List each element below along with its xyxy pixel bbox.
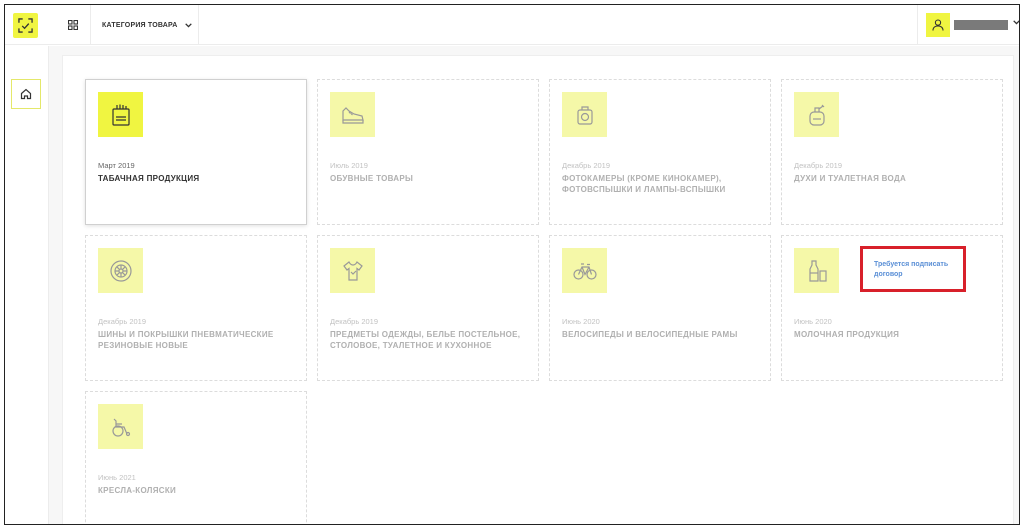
sidebar-item-home[interactable] bbox=[11, 79, 41, 109]
card-title: ФОТОКАМЕРЫ (КРОМЕ КИНОКАМЕР), ФОТОВСПЫШК… bbox=[562, 174, 726, 194]
contract-required-tooltip[interactable]: Требуется подписать договор bbox=[860, 246, 966, 292]
card-title: ВЕЛОСИПЕДЫ И ВЕЛОСИПЕДНЫЕ РАМЫ bbox=[562, 330, 738, 339]
logo[interactable] bbox=[13, 13, 38, 38]
chevron-down-icon bbox=[1013, 20, 1019, 25]
tshirt-icon bbox=[342, 260, 363, 281]
user-name-redacted bbox=[954, 20, 1008, 30]
shoe-icon bbox=[341, 106, 364, 124]
category-card-tobacco[interactable]: Март 2019 ТАБАЧНАЯ ПРОДУКЦИЯ bbox=[85, 79, 307, 225]
sidebar bbox=[5, 46, 49, 524]
tobacco-pack-icon bbox=[111, 104, 130, 126]
user-icon bbox=[932, 19, 944, 31]
card-icon-box bbox=[562, 92, 607, 137]
category-card-clothing[interactable]: Декабрь 2019 ПРЕДМЕТЫ ОДЕЖДЫ, БЕЛЬЕ ПОСТ… bbox=[317, 235, 539, 381]
category-card-wheelchairs[interactable]: Июнь 2021 КРЕСЛА-КОЛЯСКИ bbox=[85, 391, 307, 524]
chevron-down-icon bbox=[184, 22, 192, 28]
category-card-bicycles[interactable]: Июнь 2020 ВЕЛОСИПЕДЫ И ВЕЛОСИПЕДНЫЕ РАМЫ bbox=[549, 235, 771, 381]
category-card-dairy[interactable]: Требуется подписать договор Июнь 2020 МО… bbox=[781, 235, 1003, 381]
card-date: Июнь 2021 bbox=[98, 473, 136, 482]
category-dropdown[interactable]: КАТЕГОРИЯ ТОВАРА bbox=[91, 5, 199, 45]
card-icon-box bbox=[330, 92, 375, 137]
main-content: Март 2019 ТАБАЧНАЯ ПРОДУКЦИЯ Июль 2019 О… bbox=[49, 46, 1019, 524]
category-card-tires[interactable]: Декабрь 2019 ШИНЫ И ПОКРЫШКИ ПНЕВМАТИЧЕС… bbox=[85, 235, 307, 381]
card-date: Март 2019 bbox=[98, 161, 135, 170]
wheelchair-icon bbox=[111, 418, 130, 437]
card-date: Декабрь 2019 bbox=[794, 161, 843, 170]
card-title: МОЛОЧНАЯ ПРОДУКЦИЯ bbox=[794, 330, 900, 339]
user-menu[interactable] bbox=[917, 5, 1019, 45]
product-category-panel: Март 2019 ТАБАЧНАЯ ПРОДУКЦИЯ Июль 2019 О… bbox=[62, 55, 1014, 524]
card-date: Июнь 2020 bbox=[562, 317, 600, 326]
card-date: Декабрь 2019 bbox=[562, 161, 611, 170]
card-icon-box bbox=[98, 404, 143, 449]
card-icon-box bbox=[98, 92, 143, 137]
bicycle-icon bbox=[572, 262, 597, 280]
card-title: ШИНЫ И ПОКРЫШКИ ПНЕВМАТИЧЕСКИЕ РЕЗИНОВЫЕ… bbox=[98, 330, 274, 350]
tire-icon bbox=[109, 259, 132, 282]
card-title: ПРЕДМЕТЫ ОДЕЖДЫ, БЕЛЬЕ ПОСТЕЛЬНОЕ, СТОЛО… bbox=[330, 330, 521, 350]
perfume-icon bbox=[808, 104, 825, 126]
card-title: КРЕСЛА-КОЛЯСКИ bbox=[98, 486, 177, 495]
card-title: ДУХИ И ТУАЛЕТНАЯ ВОДА bbox=[794, 174, 907, 183]
camera-icon bbox=[576, 105, 593, 125]
category-card-cameras[interactable]: Декабрь 2019 ФОТОКАМЕРЫ (КРОМЕ КИНОКАМЕР… bbox=[549, 79, 771, 225]
card-date: Июль 2019 bbox=[330, 161, 368, 170]
card-icon-box bbox=[794, 92, 839, 137]
scan-icon bbox=[18, 18, 33, 33]
card-date: Декабрь 2019 bbox=[330, 317, 379, 326]
category-card-perfume[interactable]: Декабрь 2019 ДУХИ И ТУАЛЕТНАЯ ВОДА bbox=[781, 79, 1003, 225]
user-avatar[interactable] bbox=[926, 13, 950, 37]
home-icon bbox=[20, 88, 32, 100]
category-card-shoes[interactable]: Июль 2019 ОБУВНЫЕ ТОВАРЫ bbox=[317, 79, 539, 225]
card-date: Декабрь 2019 bbox=[98, 317, 147, 326]
apps-menu-button[interactable] bbox=[55, 5, 91, 45]
card-icon-box bbox=[562, 248, 607, 293]
card-icon-box bbox=[794, 248, 839, 293]
card-date: Июнь 2020 bbox=[794, 317, 832, 326]
top-bar: КАТЕГОРИЯ ТОВАРА bbox=[5, 5, 1019, 45]
card-title: ТАБАЧНАЯ ПРОДУКЦИЯ bbox=[98, 174, 200, 183]
grid-icon bbox=[67, 20, 78, 30]
card-title: ОБУВНЫЕ ТОВАРЫ bbox=[330, 174, 414, 183]
milk-icon bbox=[808, 259, 827, 282]
card-icon-box bbox=[98, 248, 143, 293]
contract-required-text: Требуется подписать договор bbox=[874, 261, 949, 278]
category-dropdown-label: КАТЕГОРИЯ ТОВАРА bbox=[102, 21, 178, 29]
app-window: КАТЕГОРИЯ ТОВАРА Март 2019 ТАБАЧНАЯ ПРОД… bbox=[4, 4, 1020, 525]
card-icon-box bbox=[330, 248, 375, 293]
